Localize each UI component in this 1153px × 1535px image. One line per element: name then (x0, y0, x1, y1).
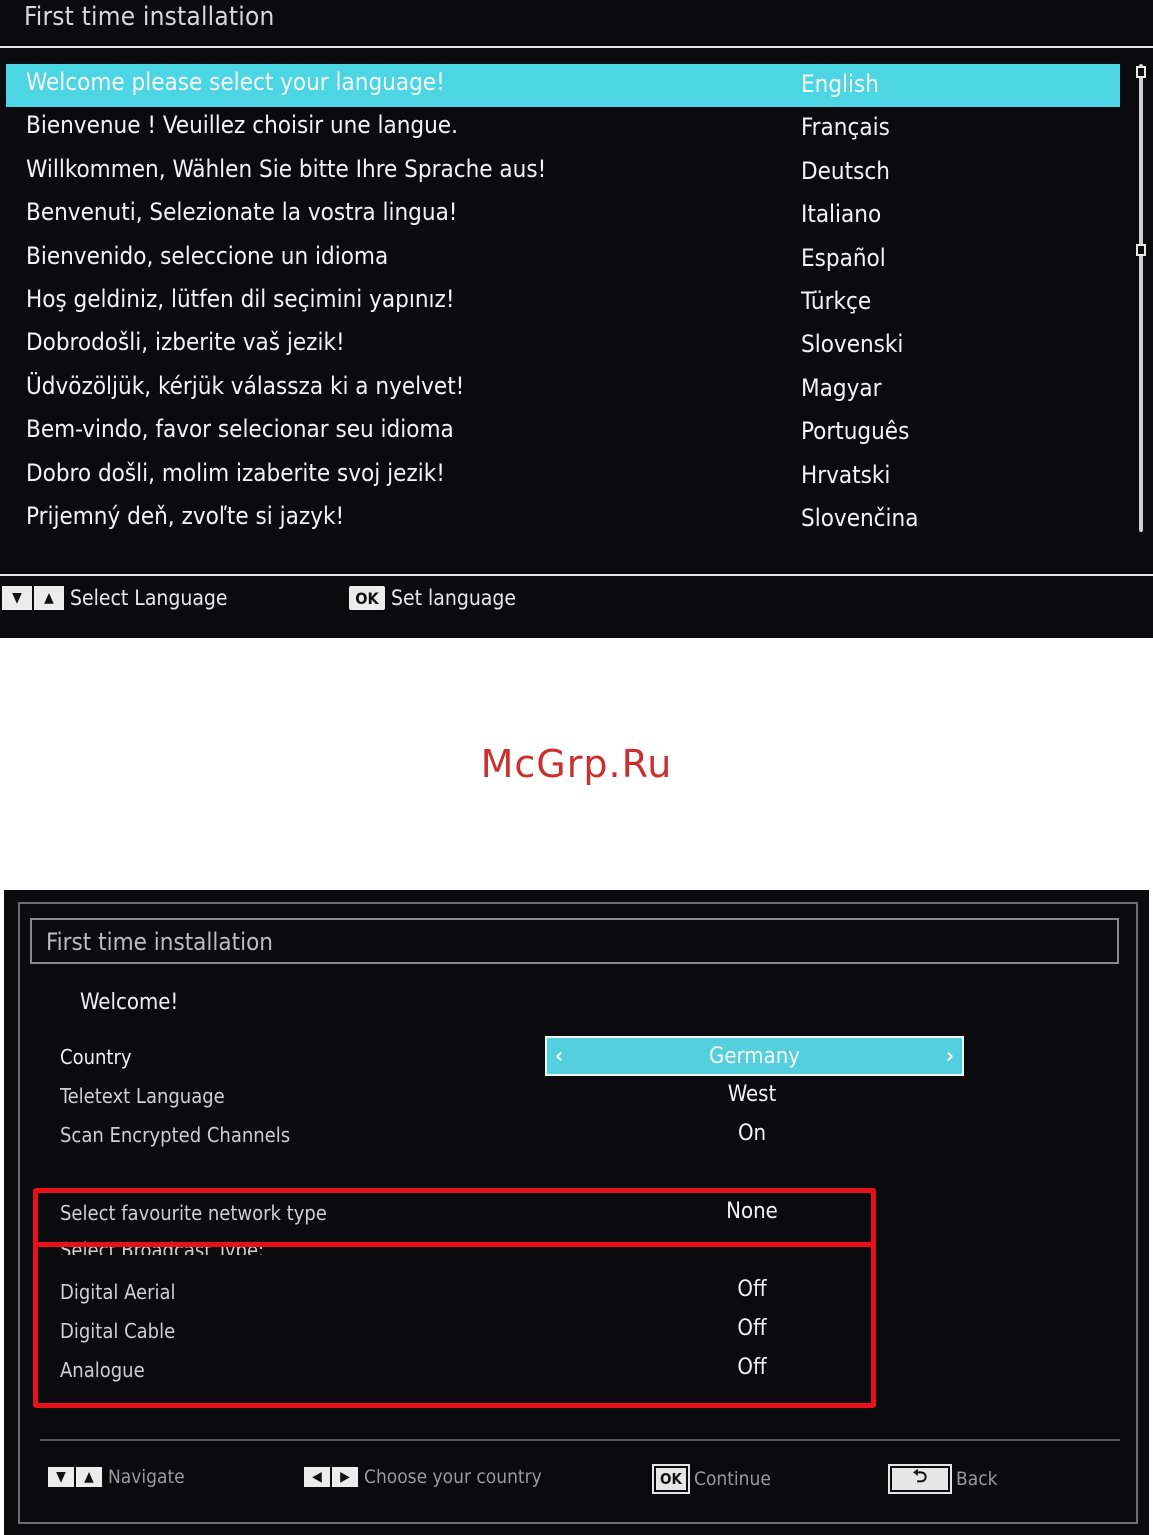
language-row[interactable]: Bienvenue ! Veuillez choisir une langue.… (6, 107, 1120, 150)
footer-hints: ▼ ▲ Select Language OK Set language (0, 582, 1153, 616)
language-name: Português (801, 417, 910, 446)
language-row[interactable]: Benvenuti, Selezionate la vostra lingua!… (6, 194, 1120, 237)
language-greeting: Bem-vindo, favor selecionar seu idioma (26, 415, 454, 444)
language-row[interactable]: Prijemný deň, zvoľte si jazyk! Slovenčina (6, 498, 1120, 541)
scan-encrypted-label[interactable]: Scan Encrypted Channels (60, 1123, 290, 1147)
language-greeting: Benvenuti, Selezionate la vostra lingua! (26, 198, 458, 227)
scan-encrypted-value[interactable]: On (652, 1121, 852, 1146)
language-name: Slovenski (801, 330, 904, 359)
country-label: Country (60, 1045, 132, 1069)
back-hint: ⮌ Back (888, 1464, 998, 1494)
ok-key-icon: OK (652, 1464, 690, 1494)
up-down-keys-icon: ▼ ▲ (48, 1467, 102, 1487)
up-down-keys-icon: ▼ ▲ (2, 586, 64, 610)
footer-divider (40, 1439, 1120, 1441)
scroll-thumb-top[interactable] (1136, 66, 1146, 78)
scrollbar[interactable] (1136, 64, 1146, 532)
back-key-icon: ⮌ (888, 1464, 952, 1494)
language-greeting: Welcome please select your language! (26, 68, 445, 96)
highlight-favourite-network (33, 1188, 876, 1247)
ok-key-icon: OK (349, 586, 385, 610)
language-name: Italiano (801, 200, 882, 229)
language-row[interactable]: Dobro došli, molim izaberite svoj jezik!… (6, 455, 1120, 498)
language-greeting: Dobro došli, molim izaberite svoj jezik! (26, 458, 445, 487)
language-name: Hrvatski (801, 460, 891, 489)
footer-divider (0, 574, 1153, 576)
select-language-hint: ▼ ▲ Select Language (2, 586, 228, 610)
chevron-left-icon[interactable]: ‹ (555, 1044, 563, 1069)
set-language-label: Set language (391, 586, 517, 610)
screen-title: First time installation (46, 928, 273, 956)
highlight-broadcast-types (33, 1242, 876, 1408)
language-row[interactable]: Willkommen, Wählen Sie bitte Ihre Sprach… (6, 151, 1120, 194)
language-greeting: Hoş geldiniz, lütfen dil seçimini yapını… (26, 284, 455, 313)
language-greeting: Bienvenue ! Veuillez choisir une langue. (26, 111, 458, 140)
continue-label: Continue (694, 1468, 771, 1490)
back-label: Back (956, 1468, 998, 1490)
continue-hint: OK Continue (652, 1464, 771, 1494)
country-value: Germany (709, 1043, 800, 1069)
language-name: Magyar (801, 373, 882, 402)
language-name: Deutsch (801, 156, 890, 185)
left-right-keys-icon: ◀ ▶ (304, 1467, 358, 1487)
language-row[interactable]: Welcome please select your language! Engl… (6, 64, 1120, 108)
language-name: Slovenčina (801, 503, 919, 532)
navigate-label: Navigate (108, 1466, 185, 1488)
screen-title: First time installation (24, 2, 275, 32)
language-greeting: Dobrodošli, izberite vaš jezik! (26, 328, 345, 357)
navigate-hint: ▼ ▲ Navigate (48, 1466, 185, 1488)
teletext-language-label[interactable]: Teletext Language (60, 1084, 225, 1108)
language-greeting: Bienvenido, seleccione un idioma (26, 241, 389, 270)
language-greeting: Üdvözöljük, kérjük válassza ki a nyelvet… (26, 371, 465, 400)
language-name: English (801, 70, 879, 98)
language-row[interactable]: Dobrodošli, izberite vaš jezik! Slovenski (6, 324, 1120, 367)
chevron-right-icon[interactable]: › (946, 1044, 954, 1069)
language-selection-screen: First time installation Welcome please s… (0, 0, 1153, 638)
set-language-hint: OK Set language (349, 586, 516, 610)
choose-country-label: Choose your country (364, 1466, 542, 1488)
teletext-language-value[interactable]: West (652, 1082, 852, 1107)
language-name: Español (801, 243, 886, 272)
language-name: Français (801, 113, 890, 142)
title-divider (0, 46, 1153, 48)
language-greeting: Prijemný deň, zvoľte si jazyk! (26, 501, 345, 530)
select-language-label: Select Language (70, 586, 228, 610)
language-row[interactable]: Bienvenido, seleccione un idioma Español (6, 238, 1120, 281)
language-row[interactable]: Hoş geldiniz, lütfen dil seçimini yapını… (6, 281, 1120, 324)
country-selector[interactable]: ‹ Germany › (545, 1036, 964, 1076)
language-list: Welcome please select your language! Engl… (6, 64, 1120, 541)
scroll-thumb-bottom[interactable] (1136, 244, 1146, 256)
language-greeting: Willkommen, Wählen Sie bitte Ihre Sprach… (26, 154, 547, 183)
welcome-text: Welcome! (80, 990, 179, 1015)
choose-country-hint: ◀ ▶ Choose your country (304, 1466, 542, 1488)
language-row[interactable]: Üdvözöljük, kérjük válassza ki a nyelvet… (6, 368, 1120, 411)
language-name: Türkçe (801, 286, 872, 315)
language-row[interactable]: Bem-vindo, favor selecionar seu idioma Po… (6, 411, 1120, 454)
watermark: McGrp.Ru (480, 742, 673, 786)
